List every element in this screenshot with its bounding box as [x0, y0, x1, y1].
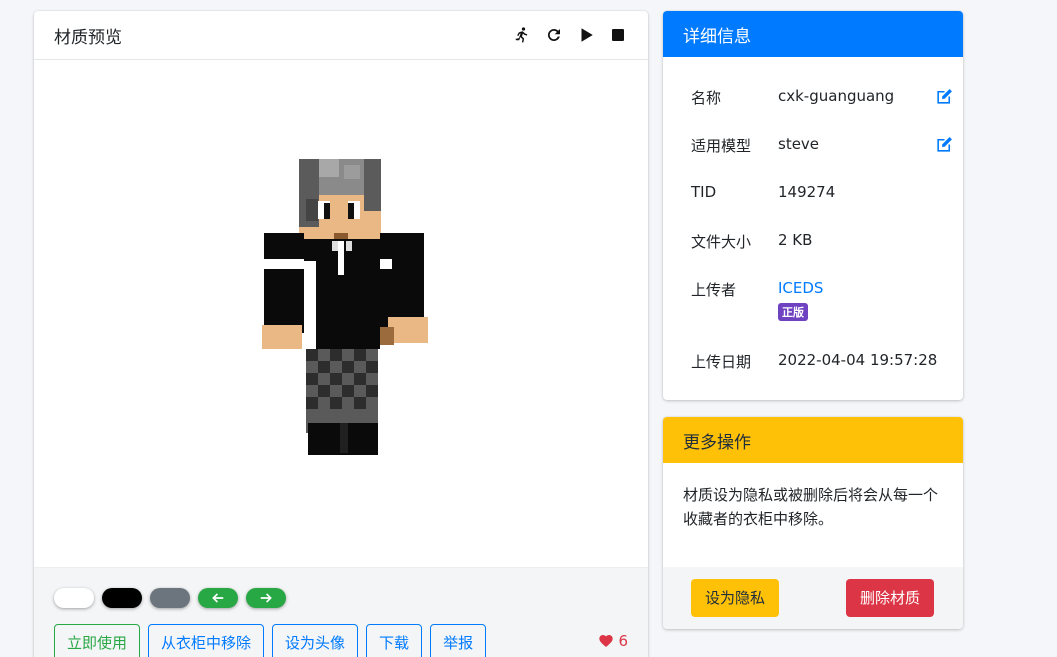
set-avatar-button[interactable]: 设为头像	[272, 624, 359, 657]
model-value: steve	[778, 135, 820, 153]
bg-white-button[interactable]	[54, 588, 94, 608]
size-label: 文件大小	[691, 233, 752, 251]
date-value: 2022-04-04 19:57:28	[778, 351, 938, 369]
likes-counter[interactable]: 6	[598, 632, 628, 650]
info-row-size: 文件大小 2 KB	[691, 231, 955, 252]
skin-body	[302, 239, 380, 349]
preview-card: 材质预览 立即使用 从衣柜中移除 设为头像 下载 举报 6	[34, 11, 648, 657]
remove-from-closet-button[interactable]: 从衣柜中移除	[148, 624, 265, 657]
skin-viewer[interactable]	[34, 61, 648, 567]
more-description: 材质设为隐私或被删除后将会从每一个收藏者的衣柜中移除。	[683, 486, 939, 528]
preview-footer: 立即使用 从衣柜中移除 设为头像 下载 举报 6	[34, 567, 648, 657]
model-label: 适用模型	[691, 137, 752, 155]
more-footer: 设为隐私 删除材质	[663, 567, 963, 629]
name-label: 名称	[691, 89, 722, 107]
skin-legs	[306, 349, 378, 455]
uploader-label: 上传者	[691, 281, 737, 299]
tid-value: 149274	[778, 183, 836, 201]
name-value: cxk-guanguang	[778, 87, 895, 105]
likes-count: 6	[618, 632, 628, 650]
report-button[interactable]: 举报	[430, 624, 487, 657]
delete-skin-button[interactable]: 删除材质	[846, 579, 935, 617]
background-switcher	[54, 588, 286, 608]
download-button[interactable]: 下载	[366, 624, 423, 657]
running-icon[interactable]	[512, 25, 532, 45]
bg-gray-button[interactable]	[150, 588, 190, 608]
info-row-date: 上传日期 2022-04-04 19:57:28	[691, 351, 955, 372]
tid-label: TID	[691, 183, 717, 201]
edit-model-button[interactable]	[935, 135, 955, 155]
edit-icon	[937, 89, 952, 104]
more-header: 更多操作	[663, 417, 963, 463]
date-label: 上传日期	[691, 353, 752, 371]
set-private-button[interactable]: 设为隐私	[691, 579, 780, 617]
uploader-link[interactable]: ICEDS	[778, 279, 955, 297]
skin-left-arm	[262, 233, 304, 349]
skin-right-arm	[380, 233, 428, 345]
use-now-button[interactable]: 立即使用	[54, 624, 141, 657]
next-button[interactable]	[246, 588, 286, 608]
bg-black-button[interactable]	[102, 588, 142, 608]
arrow-right-icon	[260, 593, 272, 603]
verified-badge: 正版	[778, 303, 808, 321]
play-icon[interactable]	[576, 25, 596, 45]
size-value: 2 KB	[778, 231, 813, 249]
rotate-icon[interactable]	[544, 25, 564, 45]
prev-button[interactable]	[198, 588, 238, 608]
heart-icon	[599, 635, 614, 647]
info-header: 详细信息	[663, 11, 963, 57]
info-row-tid: TID 149274	[691, 183, 955, 201]
stop-icon[interactable]	[608, 25, 628, 45]
uploader-cell: ICEDS 正版	[778, 279, 955, 321]
info-row-model: 适用模型 steve	[691, 135, 955, 156]
edit-icon	[937, 137, 952, 152]
preview-toolbar	[512, 25, 628, 45]
preview-header: 材质预览	[34, 11, 648, 60]
more-actions-card: 更多操作 材质设为隐私或被删除后将会从每一个收藏者的衣柜中移除。 设为隐私 删除…	[663, 417, 963, 629]
info-card: 详细信息 名称 cxk-guanguang 适用模型 steve TID 149…	[663, 11, 963, 400]
info-row-name: 名称 cxk-guanguang	[691, 87, 955, 108]
edit-name-button[interactable]	[935, 87, 955, 107]
skin-head	[299, 159, 381, 239]
skin-model	[262, 159, 428, 455]
info-row-uploader: 上传者 ICEDS 正版	[691, 279, 955, 321]
skin-actions: 立即使用 从衣柜中移除 设为头像 下载 举报	[54, 624, 487, 657]
preview-title: 材质预览	[54, 27, 122, 48]
arrow-left-icon	[212, 593, 224, 603]
